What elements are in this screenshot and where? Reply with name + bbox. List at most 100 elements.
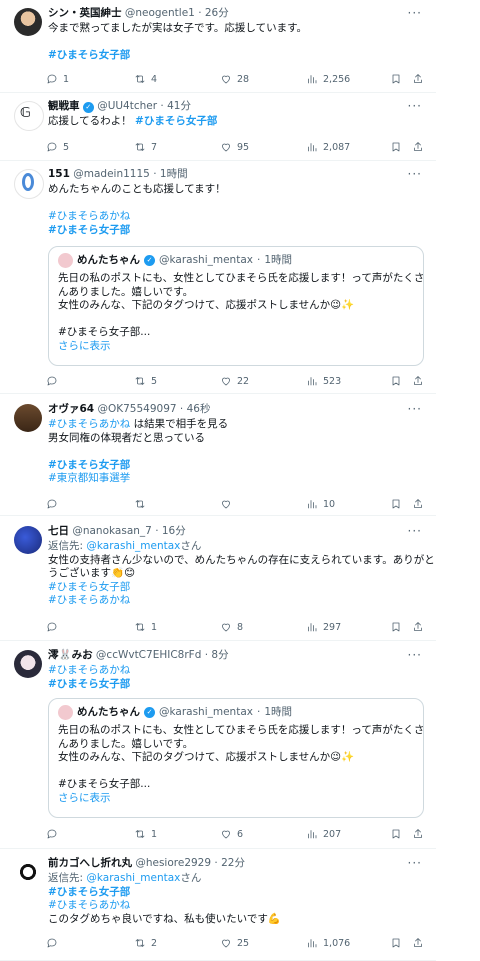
author-name[interactable]: 151 bbox=[48, 168, 70, 180]
like-button[interactable]: 8 bbox=[220, 619, 243, 635]
like-button[interactable]: 95 bbox=[220, 139, 249, 155]
reply-button[interactable]: 5 bbox=[46, 139, 69, 155]
timestamp[interactable]: 1時間 bbox=[160, 168, 188, 180]
more-options-icon[interactable]: ··· bbox=[408, 99, 422, 113]
author-handle[interactable]: @ccWvtC7EHIC8rFd bbox=[96, 649, 201, 661]
like-button[interactable]: 28 bbox=[220, 71, 249, 87]
more-options-icon[interactable]: ··· bbox=[408, 648, 422, 662]
avatar[interactable] bbox=[14, 650, 42, 678]
tweet[interactable]: シン・英国紳士 @neogentle1 · 26分 ··· 今まで黙ってましたが実… bbox=[0, 0, 436, 93]
hashtag-link[interactable]: #ひまそらあかね bbox=[48, 594, 130, 606]
views-button[interactable]: 2,256 bbox=[306, 71, 350, 87]
author-name[interactable]: 澪🐰みお bbox=[48, 649, 93, 661]
tweet[interactable]: 𝔾 観戦車 ✓ @UU4tcher · 41分 ··· 応援してるわよ！ #ひまそ… bbox=[0, 93, 436, 161]
hashtag-link[interactable]: #ひまそら女子部 bbox=[135, 115, 217, 127]
author-handle[interactable]: @OK75549097 bbox=[97, 403, 176, 415]
reply-button[interactable] bbox=[46, 619, 63, 635]
views-button[interactable]: 1,076 bbox=[306, 935, 350, 951]
show-more-link[interactable]: さらに表示 bbox=[58, 792, 414, 806]
retweet-button[interactable]: 2 bbox=[134, 935, 157, 951]
tweet[interactable]: 澪🐰みお @ccWvtC7EHIC8rFd · 8分 ··· #ひまそらあかね #ひ… bbox=[0, 641, 436, 849]
tweet[interactable]: 前カゴへし折れ丸 @hesiore2929 · 22分 ··· 返信先: @ka… bbox=[0, 849, 436, 961]
author-handle[interactable]: @madein1115 bbox=[73, 168, 150, 180]
more-options-icon[interactable]: ··· bbox=[408, 524, 422, 538]
hashtag-link[interactable]: #東京都知事選挙 bbox=[48, 472, 130, 484]
reply-button[interactable] bbox=[46, 826, 63, 842]
like-button[interactable]: 25 bbox=[220, 935, 249, 951]
share-button[interactable] bbox=[412, 619, 424, 635]
share-button[interactable] bbox=[412, 373, 424, 389]
author-handle[interactable]: @UU4tcher bbox=[97, 100, 157, 112]
share-button[interactable] bbox=[412, 139, 424, 155]
author-name[interactable]: オヴァ64 bbox=[48, 403, 94, 415]
tweet[interactable]: 七日 @nanokasan_7 · 16分 ··· 返信先: @karashi_… bbox=[0, 516, 436, 641]
reply-to-mention[interactable]: @karashi_mentax bbox=[86, 540, 180, 552]
bookmark-button[interactable] bbox=[390, 935, 402, 951]
views-button[interactable]: 207 bbox=[306, 826, 341, 842]
retweet-button[interactable] bbox=[134, 496, 151, 512]
reply-to-mention[interactable]: @karashi_mentax bbox=[86, 872, 180, 884]
hashtag-link[interactable]: #ひまそらあかね bbox=[48, 664, 130, 676]
reply-button[interactable]: 1 bbox=[46, 71, 69, 87]
hashtag-link[interactable]: #ひまそら女子部 bbox=[48, 678, 130, 690]
hashtag-link[interactable]: #ひまそら女子部 bbox=[48, 581, 130, 593]
views-button[interactable]: 2,087 bbox=[306, 139, 350, 155]
author-handle[interactable]: @hesiore2929 bbox=[135, 857, 211, 869]
hashtag-link[interactable]: #ひまそら女子部 bbox=[48, 459, 130, 471]
retweet-button[interactable]: 1 bbox=[134, 826, 157, 842]
share-button[interactable] bbox=[412, 826, 424, 842]
reply-button[interactable] bbox=[46, 935, 63, 951]
more-options-icon[interactable]: ··· bbox=[408, 856, 422, 870]
more-options-icon[interactable]: ··· bbox=[408, 402, 422, 416]
views-button[interactable]: 297 bbox=[306, 619, 341, 635]
timestamp[interactable]: 26分 bbox=[205, 7, 229, 19]
bookmark-button[interactable] bbox=[390, 619, 402, 635]
bookmark-button[interactable] bbox=[390, 826, 402, 842]
hashtag-link[interactable]: #ひまそら女子部 bbox=[48, 224, 130, 236]
share-button[interactable] bbox=[412, 935, 424, 951]
more-options-icon[interactable]: ··· bbox=[408, 6, 422, 20]
avatar[interactable] bbox=[14, 526, 42, 554]
author-name[interactable]: 前カゴへし折れ丸 bbox=[48, 857, 132, 869]
bookmark-button[interactable] bbox=[390, 139, 402, 155]
timestamp[interactable]: 46秒 bbox=[187, 403, 211, 415]
like-button[interactable]: 6 bbox=[220, 826, 243, 842]
avatar[interactable] bbox=[14, 404, 42, 432]
author-name[interactable]: シン・英国紳士 bbox=[48, 7, 122, 19]
timestamp[interactable]: 41分 bbox=[167, 100, 191, 112]
views-button[interactable]: 10 bbox=[306, 496, 335, 512]
hashtag-link[interactable]: #ひまそらあかね bbox=[48, 210, 130, 222]
show-more-link[interactable]: さらに表示 bbox=[58, 340, 414, 354]
bookmark-button[interactable] bbox=[390, 496, 402, 512]
quoted-tweet[interactable]: めんたちゃん ✓ @karashi_mentax · 1時間 先日の私のポストに… bbox=[48, 698, 424, 818]
tweet[interactable]: オヴァ64 @OK75549097 · 46秒 ··· #ひまそらあかね は結果で… bbox=[0, 394, 436, 516]
share-button[interactable] bbox=[412, 71, 424, 87]
share-button[interactable] bbox=[412, 496, 424, 512]
avatar[interactable] bbox=[14, 858, 42, 886]
more-options-icon[interactable]: ··· bbox=[408, 167, 422, 181]
author-name[interactable]: 七日 bbox=[48, 525, 69, 537]
views-button[interactable]: 523 bbox=[306, 373, 341, 389]
hashtag-link[interactable]: #ひまそら女子部 bbox=[48, 886, 130, 898]
timestamp[interactable]: 22分 bbox=[221, 857, 245, 869]
retweet-button[interactable]: 1 bbox=[134, 619, 157, 635]
retweet-button[interactable]: 4 bbox=[134, 71, 157, 87]
reply-button[interactable] bbox=[46, 373, 63, 389]
tweet[interactable]: 151 @madein1115 · 1時間 ··· めんたちゃんのことも応援してま… bbox=[0, 161, 436, 394]
bookmark-button[interactable] bbox=[390, 373, 402, 389]
timestamp[interactable]: 8分 bbox=[211, 649, 228, 661]
reply-button[interactable] bbox=[46, 496, 63, 512]
timestamp[interactable]: 16分 bbox=[162, 525, 186, 537]
hashtag-link[interactable]: #ひまそらあかね bbox=[48, 899, 130, 911]
bookmark-button[interactable] bbox=[390, 71, 402, 87]
retweet-button[interactable]: 7 bbox=[134, 139, 157, 155]
author-handle[interactable]: @nanokasan_7 bbox=[72, 525, 152, 537]
author-handle[interactable]: @neogentle1 bbox=[125, 7, 195, 19]
quoted-tweet[interactable]: めんたちゃん ✓ @karashi_mentax · 1時間 先日の私のポストに… bbox=[48, 246, 424, 366]
hashtag-link[interactable]: #ひまそらあかね bbox=[48, 418, 130, 430]
like-button[interactable] bbox=[220, 496, 237, 512]
retweet-button[interactable]: 5 bbox=[134, 373, 157, 389]
hashtag-link[interactable]: #ひまそら女子部 bbox=[48, 49, 130, 61]
like-button[interactable]: 22 bbox=[220, 373, 249, 389]
author-name[interactable]: 観戦車 bbox=[48, 100, 80, 112]
